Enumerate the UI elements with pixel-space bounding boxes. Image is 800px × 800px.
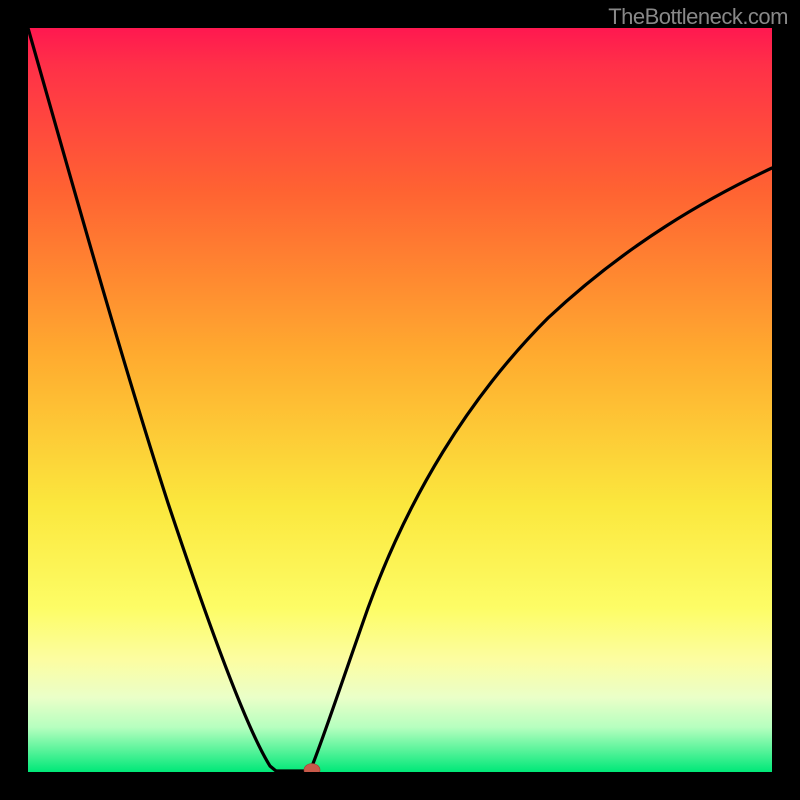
bottleneck-curve: [28, 28, 772, 772]
plot-area: [28, 28, 772, 772]
chart-frame: TheBottleneck.com: [0, 0, 800, 800]
attribution-watermark: TheBottleneck.com: [608, 4, 788, 30]
curve-left-branch: [28, 28, 276, 771]
optimal-point-marker: [304, 764, 320, 773]
curve-right-branch: [310, 168, 772, 771]
